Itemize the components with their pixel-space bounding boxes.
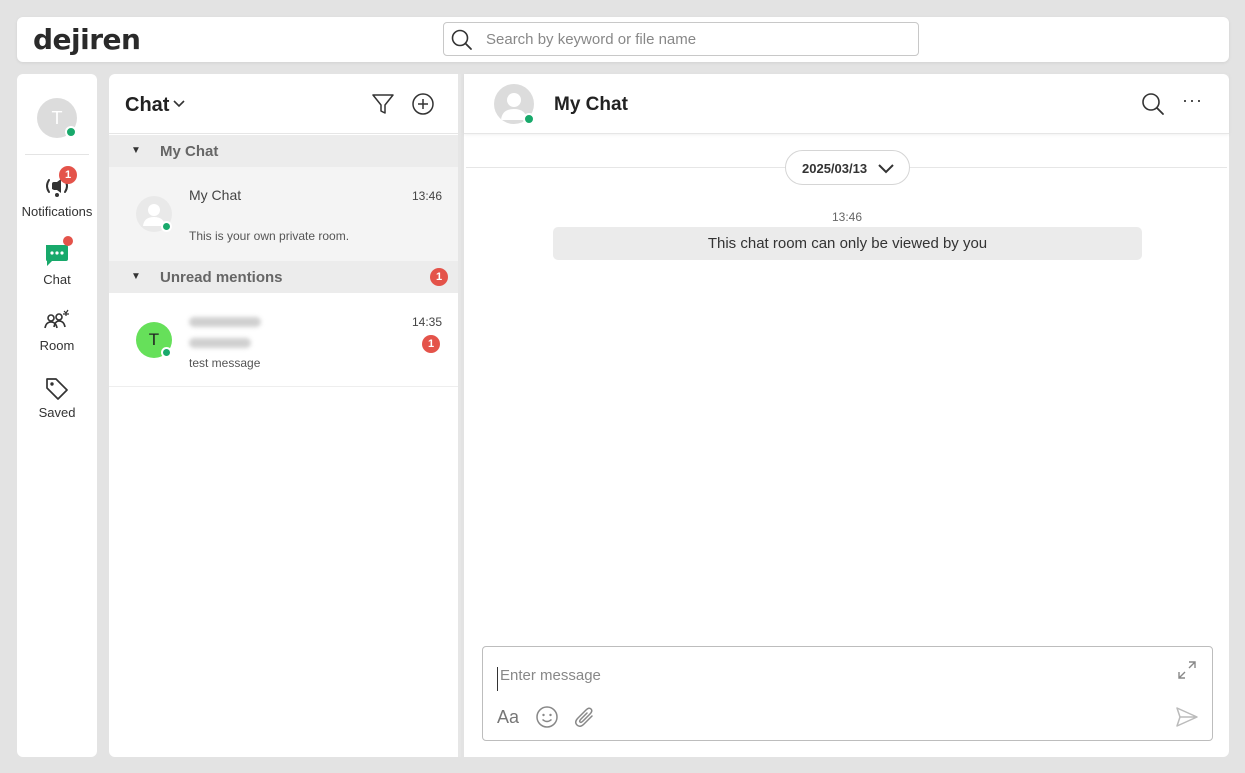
chevron-down-icon[interactable]	[173, 98, 185, 108]
online-status-dot	[65, 126, 77, 138]
room-preview: test message	[189, 356, 261, 370]
expand-icon[interactable]	[1176, 659, 1198, 681]
attachment-icon[interactable]	[573, 705, 597, 729]
unread-mentions-badge: 1	[430, 268, 448, 286]
section-unread-mentions[interactable]: ▼ Unread mentions 1	[109, 261, 458, 293]
system-message: This chat room can only be viewed by you	[553, 227, 1142, 260]
section-label: Unread mentions	[160, 269, 283, 286]
nav-icon-wrap	[17, 373, 97, 403]
user-initial: T	[51, 107, 63, 128]
user-avatar[interactable]: T	[37, 98, 77, 138]
filter-icon[interactable]	[371, 92, 395, 116]
room-unread-badge: 1	[422, 335, 440, 353]
message-time: 13:46	[832, 210, 863, 224]
room-preview: This is your own private room.	[189, 229, 350, 243]
room-time: 13:46	[411, 189, 442, 203]
chat-list-panel: Chat ▼ My Chat My Chat 13:46 This is you…	[109, 74, 461, 757]
conversation-title: My Chat	[554, 94, 628, 115]
chat-unread-dot	[63, 236, 73, 246]
blurred-room-name	[189, 317, 261, 327]
online-status-dot	[161, 221, 172, 232]
search-icon	[451, 29, 472, 50]
chevron-down-icon	[878, 164, 894, 174]
room-avatar: T	[136, 322, 172, 358]
notifications-badge: 1	[59, 166, 77, 184]
send-icon[interactable]	[1175, 705, 1199, 729]
left-navigation: T 1 Notifications Chat Room Saved	[17, 74, 97, 757]
tag-icon	[46, 378, 68, 400]
nav-label-notifications: Notifications	[21, 204, 93, 219]
nav-icon-wrap	[17, 236, 97, 270]
nav-icon-wrap: 1	[17, 166, 97, 202]
more-options-icon[interactable]: ···	[1182, 90, 1203, 111]
nav-item-saved[interactable]: Saved	[17, 373, 97, 420]
room-avatar	[136, 196, 172, 232]
top-bar: dejiren	[17, 17, 1229, 62]
add-chat-icon[interactable]	[411, 92, 435, 116]
app-logo[interactable]: dejiren	[33, 23, 141, 56]
nav-item-chat[interactable]: Chat	[17, 236, 97, 287]
blurred-sender-name	[189, 338, 251, 348]
room-item-my-chat[interactable]: My Chat 13:46 This is your own private r…	[109, 167, 458, 261]
chat-list-title[interactable]: Chat	[125, 94, 169, 117]
room-time: 14:35	[411, 315, 442, 329]
room-group-icon	[44, 309, 69, 329]
nav-label-room: Room	[39, 338, 75, 353]
room-name: My Chat	[189, 187, 242, 203]
nav-icon-wrap	[17, 306, 97, 336]
online-status-dot	[523, 113, 535, 125]
text-format-button[interactable]: Aa	[497, 707, 519, 728]
nav-label-chat: Chat	[43, 272, 71, 287]
nav-item-notifications[interactable]: 1 Notifications	[17, 166, 97, 219]
conversation-header: My Chat ···	[464, 74, 1229, 134]
date-label: 2025/03/13	[802, 161, 868, 176]
global-search[interactable]	[443, 22, 919, 56]
emoji-icon[interactable]	[535, 705, 559, 729]
date-selector[interactable]: 2025/03/13	[785, 150, 910, 185]
search-icon[interactable]	[1141, 92, 1165, 116]
online-status-dot	[161, 347, 172, 358]
room-item-mention[interactable]: T 14:35 1 test message	[109, 293, 458, 387]
chat-list-header: Chat	[109, 74, 458, 134]
nav-item-room[interactable]: Room	[17, 306, 97, 353]
message-input[interactable]	[497, 667, 1157, 691]
nav-label-saved: Saved	[38, 405, 76, 420]
search-input[interactable]	[486, 23, 906, 55]
nav-divider	[25, 154, 89, 155]
caret-down-icon: ▼	[131, 271, 141, 282]
section-my-chat[interactable]: ▼ My Chat	[109, 135, 458, 167]
message-composer: Aa	[482, 646, 1213, 741]
room-avatar-initial: T	[148, 330, 160, 349]
caret-down-icon: ▼	[131, 145, 141, 156]
section-label: My Chat	[160, 143, 219, 160]
conversation-panel: My Chat ··· 2025/03/13 13:46 This chat r…	[464, 74, 1229, 757]
